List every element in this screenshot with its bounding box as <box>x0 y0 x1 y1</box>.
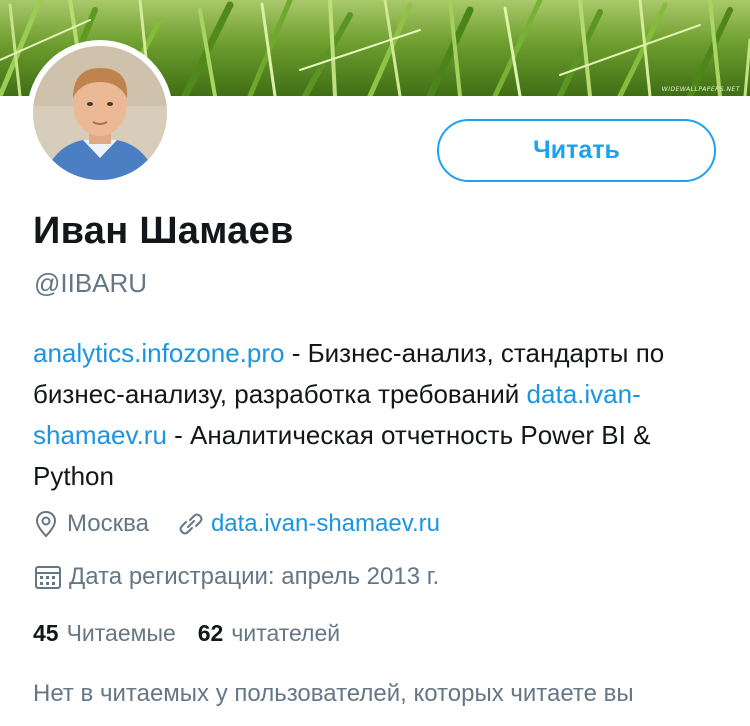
following-label: Читаемые <box>66 620 176 646</box>
link-icon <box>179 513 203 535</box>
followers-you-know-text: Нет в читаемых у пользователей, которых … <box>33 680 634 707</box>
location-pin-icon <box>35 510 57 538</box>
profile-avatar-frame[interactable] <box>27 40 173 186</box>
avatar <box>33 46 167 180</box>
following-stat[interactable]: 45 Читаемые <box>33 620 176 647</box>
joined-date-text: Дата регистрации: апрель 2013 г. <box>69 563 440 590</box>
followers-label: читателей <box>231 620 341 646</box>
profile-handle: @IIBARU <box>34 268 148 298</box>
following-count: 45 <box>33 620 59 646</box>
profile-meta-joined: Дата регистрации: апрель 2013 г. <box>33 563 439 591</box>
bio-link-analytics[interactable]: analytics.infozone.pro <box>33 338 284 368</box>
followers-stat[interactable]: 62 читателей <box>198 620 340 647</box>
profile-bio: analytics.infozone.pro - Бизнес-анализ, … <box>33 333 723 497</box>
location-text: Москва <box>67 510 149 537</box>
profile-meta-location-website: Москва data.ivan-shamaev.ru <box>33 510 440 538</box>
profile-name: Иван Шамаев <box>33 210 294 252</box>
banner-watermark: WIDEWALLPAPERS.NET <box>661 86 740 93</box>
calendar-icon <box>35 566 61 589</box>
follow-button[interactable]: Читать <box>437 119 716 182</box>
website-link[interactable]: data.ivan-shamaev.ru <box>211 510 440 538</box>
followers-count: 62 <box>197 620 224 646</box>
profile-stats: 45 Читаемые 62 читателей <box>33 620 340 647</box>
